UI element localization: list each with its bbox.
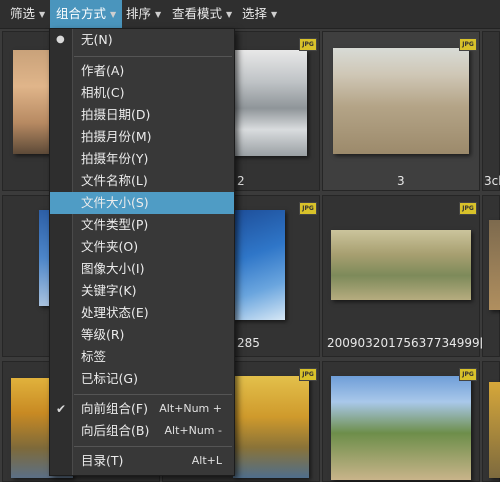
group-forward-item[interactable]: ✔ 向前组合(F) Alt+Num + (50, 398, 234, 420)
thumbnail-cell[interactable] (482, 361, 500, 482)
menu-item-label: 向后组合(B) (81, 423, 150, 438)
menu-view-mode[interactable]: 查看模式 ▼ (166, 0, 242, 28)
group-date-taken-item[interactable]: 拍摄日期(D) (50, 104, 234, 126)
group-file-name-item[interactable]: 文件名称(L) (50, 170, 234, 192)
group-backward-item[interactable]: 向后组合(B) Alt+Num - (50, 420, 234, 442)
thumbnail-cell[interactable]: 3cl (482, 31, 500, 191)
jpg-badge: JPG (459, 368, 477, 381)
thumbnail-image (489, 382, 500, 478)
group-file-type-item[interactable]: 文件类型(P) (50, 214, 234, 236)
thumbnail-image (331, 376, 471, 480)
thumbnail-caption: 285 (237, 336, 260, 350)
menu-item-label: 文件名称(L) (81, 173, 148, 188)
group-rating-item[interactable]: 等级(R) (50, 324, 234, 346)
thumbnail-image (331, 230, 471, 300)
menu-separator (74, 394, 232, 395)
group-keyword-item[interactable]: 关键字(K) (50, 280, 234, 302)
group-year-taken-item[interactable]: 拍摄年份(Y) (50, 148, 234, 170)
menu-item-label: 关键字(K) (81, 283, 137, 298)
menu-group-by[interactable]: 组合方式 ▼ (50, 0, 122, 28)
thumbnail-caption: 3cl (484, 174, 500, 188)
thumbnail-cell[interactable] (482, 195, 500, 357)
menu-item-label: 文件夹(O) (81, 239, 139, 254)
chevron-down-icon: ▼ (39, 9, 46, 19)
menu-item-label: 拍摄年份(Y) (81, 151, 149, 166)
thumbnail-cell[interactable]: JPG 3 (322, 31, 480, 191)
menu-item-shortcut: Alt+Num - (164, 424, 223, 437)
menu-item-label: 向前组合(F) (81, 401, 148, 416)
menu-item-label: 图像大小(I) (81, 261, 145, 276)
menu-item-label: 相机(C) (81, 85, 125, 100)
thumbnail-caption: 2 (237, 174, 245, 188)
thumbnail-image (489, 220, 500, 310)
jpg-badge: JPG (299, 368, 317, 381)
menu-item-label: 无(N) (81, 32, 113, 47)
menu-view-mode-label: 查看模式 (172, 6, 223, 21)
menu-separator (74, 446, 232, 447)
menu-item-label: 拍摄月份(M) (81, 129, 152, 144)
jpg-badge: JPG (299, 38, 317, 51)
menu-group-by-label: 组合方式 (56, 6, 107, 21)
group-month-taken-item[interactable]: 拍摄月份(M) (50, 126, 234, 148)
menu-sort[interactable]: 排序 ▼ (120, 0, 168, 28)
thumbnail-cell[interactable]: JPG (322, 361, 480, 482)
group-tagged-item[interactable]: 已标记(G) (50, 368, 234, 390)
jpg-badge: JPG (459, 38, 477, 51)
group-folder-item[interactable]: 文件夹(O) (50, 236, 234, 258)
group-by-menu: ● 无(N) 作者(A) 相机(C) 拍摄日期(D) 拍摄月份(M) 拍摄年份(… (49, 28, 235, 476)
thumbnail-image (233, 376, 309, 478)
menu-item-label: 等级(R) (81, 327, 125, 342)
chevron-down-icon: ▼ (155, 9, 162, 19)
thumbnail-caption: 20090320175637734999[1] (327, 336, 497, 350)
menu-item-label: 标签 (81, 349, 107, 364)
group-file-size-item[interactable]: 文件大小(S) (50, 192, 234, 214)
directory-item[interactable]: 目录(T) Alt+L (50, 450, 234, 472)
thumbnail-image (333, 48, 469, 154)
menu-filter[interactable]: 筛选 ▼ (4, 0, 52, 28)
menu-select-label: 选择 (242, 6, 268, 21)
group-process-state-item[interactable]: 处理状态(E) (50, 302, 234, 324)
chevron-down-icon: ▼ (271, 9, 278, 19)
menu-item-shortcut: Alt+L (191, 454, 222, 467)
menu-item-label: 作者(A) (81, 63, 125, 78)
thumbnail-caption: 3 (397, 174, 405, 188)
menu-item-label: 拍摄日期(D) (81, 107, 151, 122)
chevron-down-icon: ▼ (226, 9, 233, 19)
group-camera-item[interactable]: 相机(C) (50, 82, 234, 104)
menu-item-label: 目录(T) (81, 453, 124, 468)
menu-item-label: 文件大小(S) (81, 195, 149, 210)
thumbnail-image (233, 50, 307, 156)
group-label-item[interactable]: 标签 (50, 346, 234, 368)
menu-item-label: 文件类型(P) (81, 217, 149, 232)
menu-select[interactable]: 选择 ▼ (236, 0, 286, 28)
jpg-badge: JPG (299, 202, 317, 215)
menu-separator (74, 56, 232, 57)
group-none-item[interactable]: ● 无(N) (50, 29, 234, 51)
checkmark-icon: ✔ (56, 402, 67, 416)
thumbnail-image (233, 210, 285, 320)
menu-item-label: 处理状态(E) (81, 305, 149, 320)
thumbnail-cell[interactable]: JPG 20090320175637734999[1] (322, 195, 497, 357)
menu-item-label: 已标记(G) (81, 371, 138, 386)
group-author-item[interactable]: 作者(A) (50, 60, 234, 82)
radio-dot-icon: ● (56, 34, 65, 45)
jpg-badge: JPG (459, 202, 477, 215)
menu-filter-label: 筛选 (10, 6, 36, 21)
menu-item-shortcut: Alt+Num + (159, 402, 222, 415)
group-image-size-item[interactable]: 图像大小(I) (50, 258, 234, 280)
menu-bar: 筛选 ▼ 组合方式 ▼ 排序 ▼ 查看模式 ▼ 选择 ▼ (0, 0, 500, 29)
chevron-down-icon: ▼ (110, 9, 117, 19)
menu-sort-label: 排序 (126, 6, 152, 21)
